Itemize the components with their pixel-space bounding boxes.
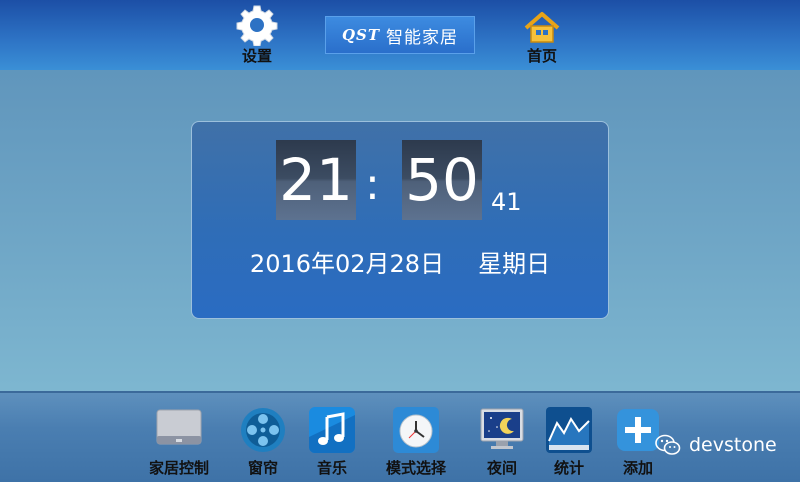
brand-cn: 智能家居 xyxy=(386,27,459,48)
wechat-icon xyxy=(655,434,681,455)
dock-item-home-control[interactable]: 家居控制 xyxy=(139,407,219,477)
music-note-icon xyxy=(309,407,355,453)
home-icon xyxy=(524,12,560,43)
brand-logo: QST 智能家居 xyxy=(325,16,475,54)
home-label: 首页 xyxy=(526,47,557,65)
night-moon-icon xyxy=(480,408,524,449)
clock-icon xyxy=(393,407,439,453)
dock-item-label: 添加 xyxy=(622,459,653,477)
brand-en: QST xyxy=(341,26,381,44)
watermark-text: devstone xyxy=(689,434,777,456)
home-button[interactable]: 首页 xyxy=(507,4,577,68)
time-separator: : xyxy=(365,159,380,210)
chart-icon xyxy=(546,407,592,453)
top-bar: 设置 QST 智能家居 首页 xyxy=(0,0,800,70)
gear-icon xyxy=(236,5,278,46)
weekday-text: 星期日 xyxy=(478,250,551,278)
watermark: devstone xyxy=(655,434,777,456)
clock-panel: 21 : 50 41 2016年02月28日 星期日 xyxy=(191,121,609,319)
dock-item-label: 模式选择 xyxy=(385,459,446,477)
minutes-display: 50 xyxy=(402,140,482,220)
date-line: 2016年02月28日 星期日 xyxy=(192,244,608,279)
dock-item-music[interactable]: 音乐 xyxy=(292,407,372,477)
film-reel-icon xyxy=(241,408,285,452)
monitor-icon xyxy=(156,409,202,445)
settings-label: 设置 xyxy=(241,47,272,65)
settings-button[interactable]: 设置 xyxy=(222,4,292,68)
dock-item-mode-select[interactable]: 模式选择 xyxy=(376,407,456,477)
seconds-display: 41 xyxy=(491,188,522,216)
date-text: 2016年02月28日 xyxy=(249,250,445,278)
hours-display: 21 xyxy=(276,140,356,220)
